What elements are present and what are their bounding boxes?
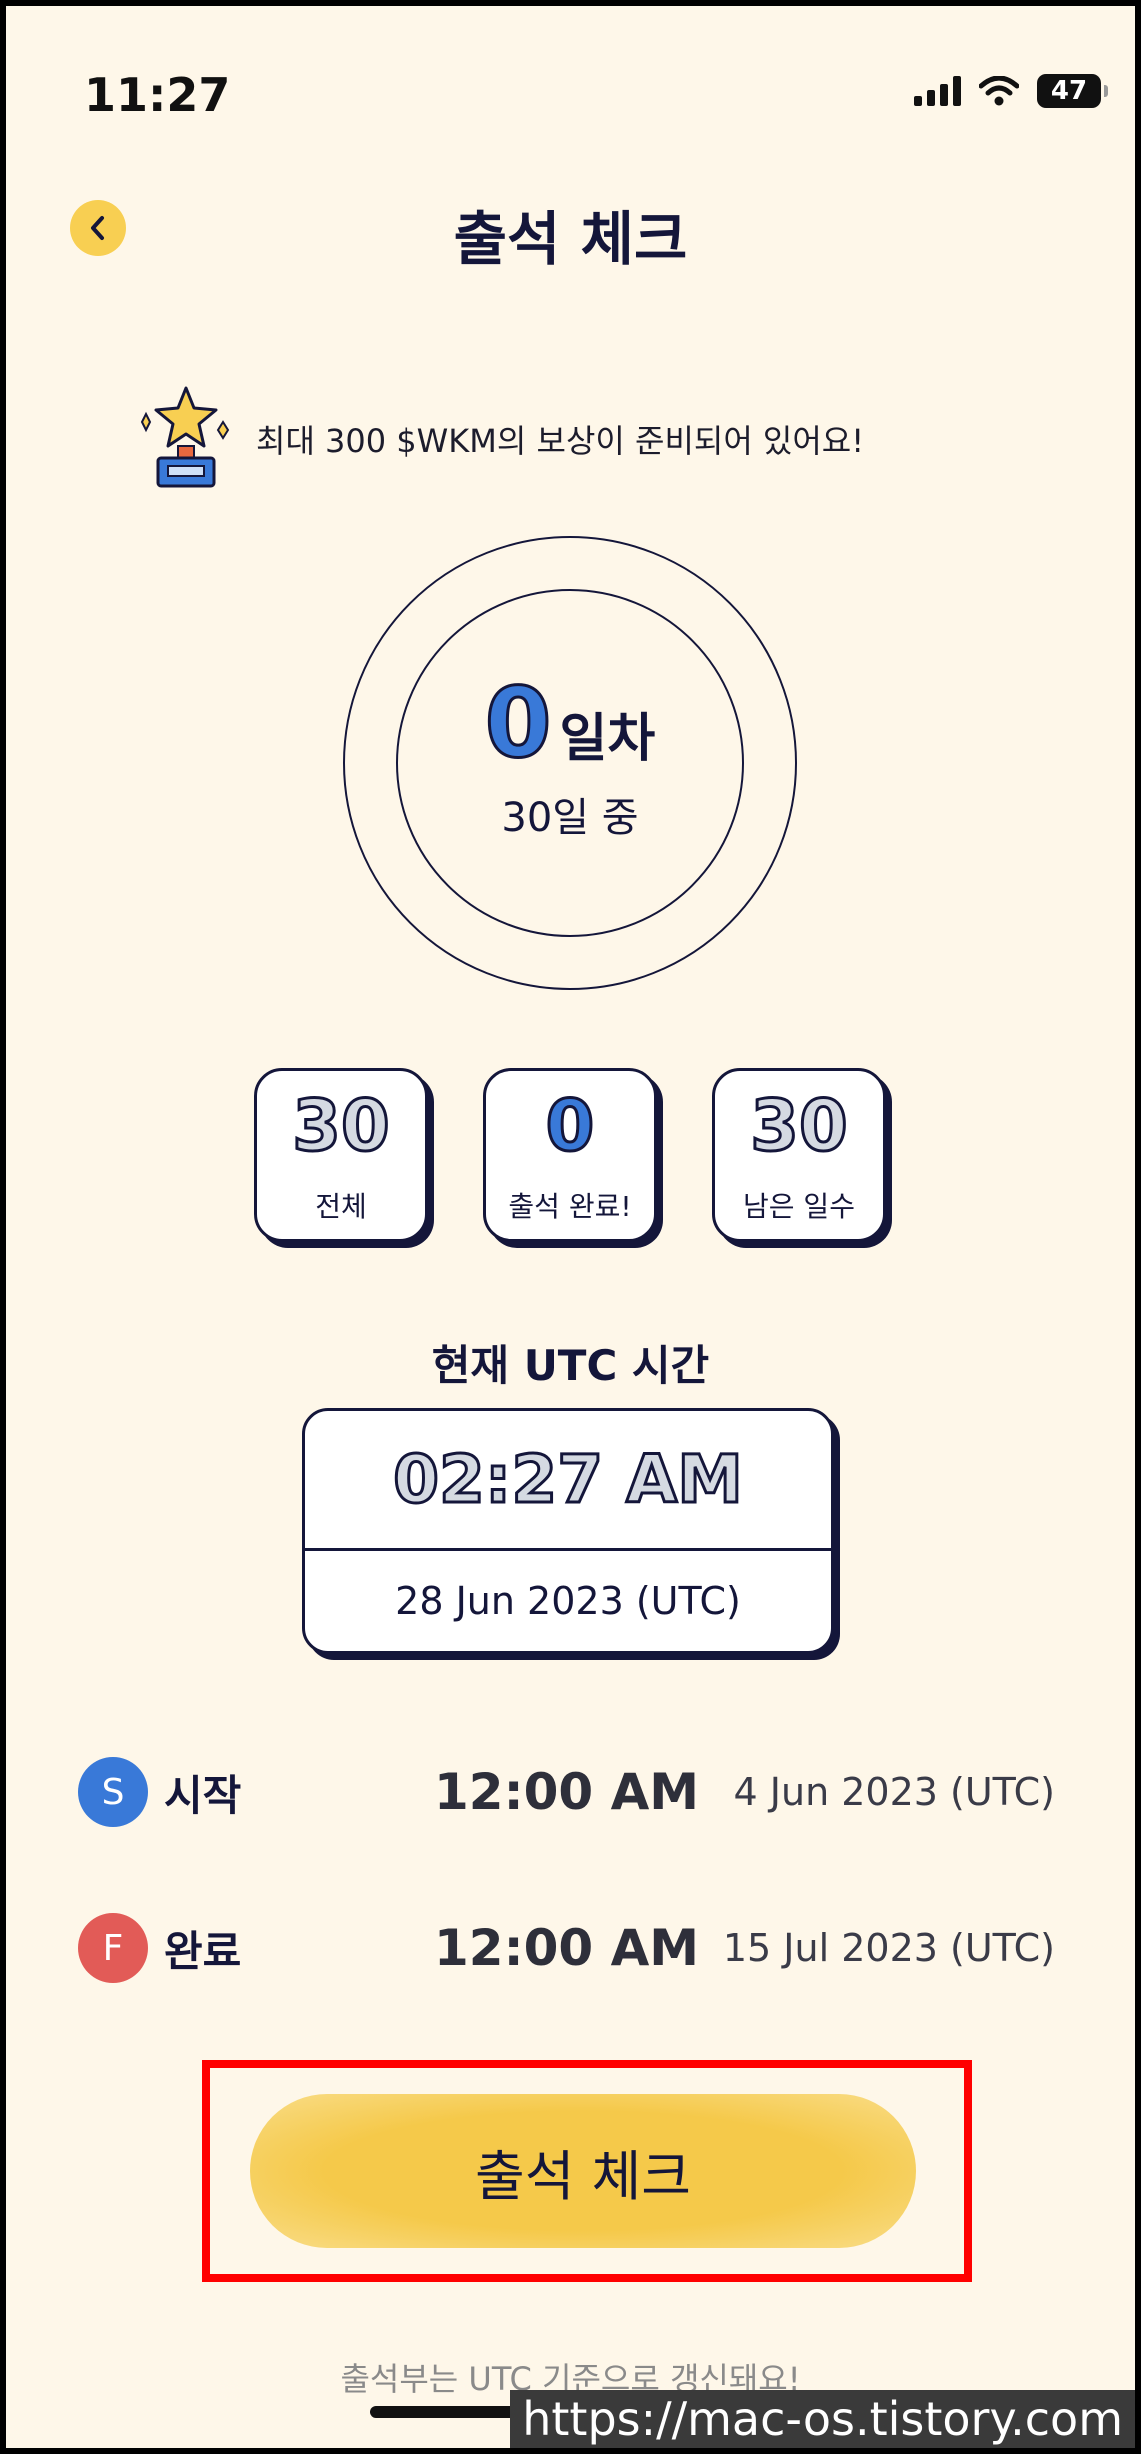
stat-value: 0 — [544, 1085, 596, 1167]
end-date: 15 Jul 2023 (UTC) — [722, 1926, 1055, 1970]
end-label: 완료 — [164, 1926, 242, 1976]
end-badge: F — [78, 1913, 148, 1983]
stat-label: 출석 완료! — [508, 1190, 632, 1223]
stat-card-remaining: 30 남은 일수 — [712, 1068, 886, 1242]
stat-card-total: 30 전체 — [254, 1068, 428, 1242]
attendance-check-button[interactable]: 출석 체크 — [250, 2094, 916, 2248]
start-badge: S — [78, 1757, 148, 1827]
start-label: 시작 — [164, 1770, 242, 1820]
start-date: 4 Jun 2023 (UTC) — [733, 1770, 1055, 1814]
reward-banner: 최대 300 $WKM의 보상이 준비되어 있어요! — [134, 384, 864, 494]
app-screen: 11:27 47 출석 체크 최대 300 $WKM의 보상이 준비되어 있어요… — [6, 6, 1135, 2448]
end-time: 12:00 AM — [434, 1919, 700, 1977]
page-title: 출석 체크 — [453, 205, 688, 273]
stat-card-attended: 0 출석 완료! — [483, 1068, 657, 1242]
total-days-label: 30일 중 — [501, 795, 639, 841]
reward-text: 최대 300 $WKM의 보상이 준비되어 있어요! — [256, 422, 865, 460]
utc-title: 현재 UTC 시간 — [431, 1341, 710, 1390]
stat-label: 전체 — [315, 1190, 367, 1223]
utc-clock-card: 02:27 AM 28 Jun 2023 (UTC) — [302, 1408, 834, 1654]
battery-icon: 47 — [1037, 74, 1108, 108]
stat-label: 남은 일수 — [743, 1190, 855, 1223]
start-time: 12:00 AM — [434, 1763, 700, 1821]
watermark: https://mac-os.tistory.com — [510, 2390, 1135, 2448]
stat-value: 30 — [749, 1085, 849, 1167]
status-time: 11:27 — [84, 68, 231, 122]
stat-value: 30 — [291, 1085, 391, 1167]
current-day-count: 0 — [483, 667, 553, 779]
status-icons: 47 — [914, 74, 1108, 108]
schedule-end-row: F 완료 12:00 AM 15 Jul 2023 (UTC) — [78, 1908, 1055, 1988]
wifi-icon — [979, 76, 1019, 106]
utc-date: 28 Jun 2023 (UTC) — [395, 1579, 741, 1623]
day-label: 일차 — [559, 709, 656, 769]
utc-time: 02:27 AM — [305, 1411, 831, 1551]
schedule-start-row: S 시작 12:00 AM 4 Jun 2023 (UTC) — [78, 1752, 1055, 1832]
trophy-star-icon — [140, 386, 230, 488]
cellular-signal-icon — [914, 76, 961, 106]
progress-ring: 0 일차 30일 중 — [396, 589, 744, 937]
